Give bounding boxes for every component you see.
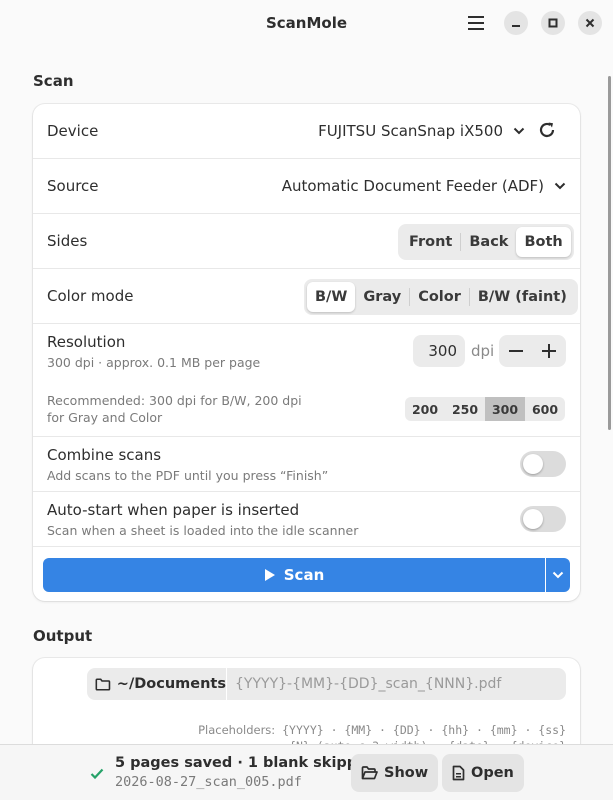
preset-250[interactable]: 250 — [445, 397, 485, 421]
close-button[interactable] — [578, 11, 602, 35]
sides-option-both[interactable]: Both — [516, 227, 571, 257]
sides-label: Sides — [47, 232, 88, 250]
filename-pattern-input[interactable] — [227, 668, 566, 700]
output-section-title: Output — [33, 627, 93, 645]
minimize-button[interactable] — [504, 11, 528, 35]
resolution-label: Resolution — [47, 333, 126, 351]
resolution-subtitle: 300 dpi · approx. 0.1 MB per page — [47, 355, 261, 370]
chevron-down-icon — [554, 182, 566, 190]
color-mode-option-bw[interactable]: B/W — [307, 282, 356, 312]
status-filename: 2026-08-27_scan_005.pdf — [115, 774, 302, 790]
preset-300[interactable]: 300 — [485, 397, 525, 421]
auto-start-switch[interactable] — [520, 506, 566, 532]
combine-scans-subtitle: Add scans to the PDF until you press “Fi… — [47, 468, 329, 483]
open-button-label: Open — [471, 765, 514, 781]
resolution-unit: dpi — [471, 342, 495, 360]
resolution-hint: Recommended: 300 dpi for B/W, 200 dpi fo… — [47, 393, 302, 425]
show-button-label: Show — [384, 765, 429, 781]
folder-chooser-button[interactable]: ~/Documents — [87, 668, 226, 700]
header-bar: ScanMole — [0, 0, 613, 46]
checkmark-icon — [90, 768, 104, 780]
combine-scans-switch[interactable] — [520, 451, 566, 477]
minus-icon — [508, 350, 523, 352]
color-mode-option-gray[interactable]: Gray — [355, 282, 409, 312]
scan-options-button[interactable] — [546, 558, 570, 592]
hamburger-icon — [468, 16, 484, 30]
maximize-button[interactable] — [541, 11, 565, 35]
plus-icon — [542, 344, 557, 358]
sides-option-back[interactable]: Back — [461, 227, 516, 257]
color-mode-selector: B/W Gray Color B/W (faint) — [304, 279, 578, 315]
auto-start-row: Auto-start when paper is inserted Scan w… — [33, 492, 580, 547]
resolution-presets: 200 250 300 600 — [405, 397, 565, 421]
refresh-devices-button[interactable] — [538, 121, 556, 143]
resolution-row: Resolution 300 dpi · approx. 0.1 MB per … — [33, 324, 580, 437]
preset-600[interactable]: 600 — [525, 397, 565, 421]
show-button[interactable]: Show — [351, 754, 439, 792]
minimize-icon — [512, 25, 520, 27]
close-icon — [585, 18, 595, 28]
folder-icon — [95, 677, 111, 691]
scan-button-label: Scan — [283, 566, 325, 584]
placeholders-label: Placeholders: — [198, 723, 276, 737]
scan-split-button: Scan — [43, 558, 570, 592]
color-mode-row: Color mode B/W Gray Color B/W (faint) — [33, 269, 580, 324]
source-dropdown[interactable]: Automatic Document Feeder (ADF) — [282, 177, 566, 195]
auto-start-subtitle: Scan when a sheet is loaded into the idl… — [47, 523, 359, 538]
status-bar: 5 pages saved · 1 blank skipped 2026-08-… — [0, 744, 613, 800]
preset-200[interactable]: 200 — [405, 397, 445, 421]
device-row: Device FUJITSU ScanSnap iX500 — [33, 104, 580, 159]
open-button[interactable]: Open — [442, 754, 524, 792]
sides-row: Sides Front Back Both — [33, 214, 580, 269]
resolution-input[interactable]: 300 — [413, 335, 465, 367]
resolution-stepper — [499, 335, 566, 367]
sides-selector: Front Back Both — [398, 224, 574, 260]
folder-open-icon — [361, 766, 378, 780]
color-mode-label: Color mode — [47, 287, 134, 305]
scan-section-title: Scan — [33, 72, 74, 90]
increase-resolution-button[interactable] — [533, 335, 567, 367]
source-row: Source Automatic Document Feeder (ADF) — [33, 159, 580, 214]
auto-start-label: Auto-start when paper is inserted — [47, 501, 300, 519]
source-value: Automatic Document Feeder (ADF) — [281, 177, 544, 195]
device-value: FUJITSU ScanSnap iX500 — [318, 122, 503, 140]
sides-option-front[interactable]: Front — [401, 227, 460, 257]
switch-knob — [523, 454, 543, 474]
placeholders-list: {YYYY} · {MM} · {DD} · {hh} · {mm} · {ss… — [282, 723, 566, 737]
main-content[interactable]: Scan Device FUJITSU ScanSnap iX500 Sourc… — [0, 46, 613, 746]
scan-button[interactable]: Scan — [43, 558, 545, 592]
status-message: 5 pages saved · 1 blank skipped — [115, 755, 378, 771]
success-check — [90, 766, 104, 784]
placeholders-help: Placeholders: {YYYY} · {MM} · {DD} · {hh… — [198, 722, 566, 746]
device-dropdown[interactable]: FUJITSU ScanSnap iX500 — [318, 122, 525, 140]
refresh-icon — [539, 122, 555, 138]
chevron-down-icon — [513, 127, 525, 135]
color-mode-option-color[interactable]: Color — [410, 282, 469, 312]
scan-settings-card: Device FUJITSU ScanSnap iX500 Source Aut… — [33, 104, 580, 601]
combine-scans-label: Combine scans — [47, 446, 162, 464]
play-icon — [264, 569, 275, 581]
device-label: Device — [47, 122, 99, 140]
color-mode-option-bw-faint[interactable]: B/W (faint) — [470, 282, 575, 312]
scrollbar[interactable] — [608, 76, 611, 430]
output-card: ~/Documents Placeholders: {YYYY} · {MM} … — [33, 658, 580, 746]
decrease-resolution-button[interactable] — [499, 335, 533, 367]
main-menu-button[interactable] — [464, 10, 488, 36]
document-icon — [452, 765, 465, 781]
folder-path: ~/Documents — [116, 676, 226, 692]
maximize-icon — [548, 18, 558, 28]
combine-scans-row: Combine scans Add scans to the PDF until… — [33, 437, 580, 492]
chevron-down-icon — [552, 571, 564, 579]
switch-knob — [523, 509, 543, 529]
source-label: Source — [47, 177, 99, 195]
